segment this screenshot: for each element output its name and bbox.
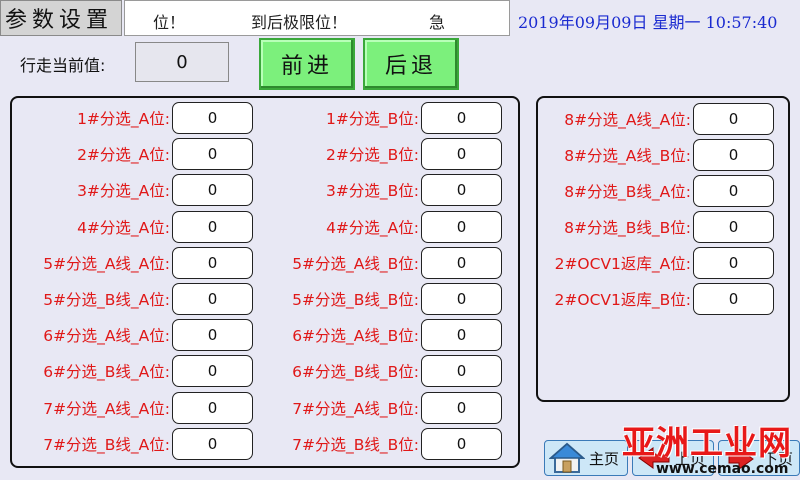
parameter-row: 2#OCV1返库_B位: 0: [0, 283, 774, 315]
backward-button[interactable]: 后退: [363, 38, 459, 90]
parameter-row: 7#分选_B线_B位: 0: [0, 427, 502, 460]
parameter-value-input[interactable]: 0: [693, 103, 774, 135]
next-page-button[interactable]: 下页: [718, 440, 800, 476]
home-button[interactable]: 主页: [544, 440, 628, 476]
travel-label: 行走当前值:: [20, 56, 106, 75]
parameter-label: 2#OCV1返库_A位:: [554, 255, 691, 273]
parameter-row: 8#分选_A线_B位: 0: [0, 139, 774, 171]
house-icon: [549, 442, 585, 473]
parameter-label: 8#分选_A线_A位:: [564, 111, 691, 129]
parameter-label: 6#分选_A线_B位:: [292, 327, 419, 346]
parameter-row: 6#分选_B线_B位: 0: [0, 355, 502, 388]
parameter-label: 7#分选_B线_B位:: [292, 435, 419, 454]
alarm-text-1: 位！: [153, 13, 186, 32]
parameter-row: 7#分选_A线_B位: 0: [0, 391, 502, 424]
parameter-row: 2#OCV1返库_A位: 0: [0, 247, 774, 279]
page-title: 参数设置: [0, 0, 122, 36]
parameter-value-input[interactable]: 0: [421, 427, 502, 460]
parameter-label: 2#OCV1返库_B位:: [554, 291, 691, 309]
parameter-value-input[interactable]: 0: [693, 283, 774, 315]
next-page-label: 下页: [763, 449, 794, 468]
alarm-text-3: 急: [429, 13, 446, 32]
parameter-row: 6#分选_A线_B位: 0: [0, 319, 502, 352]
alarm-text-2: 到后极限位！: [251, 13, 348, 32]
parameter-label: 6#分选_B线_B位:: [292, 363, 419, 382]
parameter-row: 8#分选_B线_B位: 0: [0, 211, 774, 243]
prev-page-label: 上页: [675, 449, 706, 468]
parameter-value-input[interactable]: 0: [421, 319, 502, 352]
parameter-value-input[interactable]: 0: [421, 391, 502, 424]
parameter-label: 8#分选_B线_B位:: [564, 219, 691, 237]
prev-page-button[interactable]: 上页: [632, 440, 714, 476]
arrow-right-icon: [728, 448, 754, 470]
parameter-label: 8#分选_B线_A位:: [564, 183, 691, 201]
parameter-value-input[interactable]: 0: [693, 175, 774, 207]
home-button-label: 主页: [589, 449, 620, 468]
parameter-label: 8#分选_A线_B位:: [564, 147, 691, 165]
parameter-value-input[interactable]: 0: [693, 139, 774, 171]
parameter-label: 7#分选_A线_B位:: [292, 399, 419, 418]
alarm-ticker: 位！ 到后极限位！ 急: [124, 0, 510, 36]
parameter-value-input[interactable]: 0: [693, 247, 774, 279]
parameter-value-input[interactable]: 0: [421, 355, 502, 388]
travel-value-display: 0: [135, 42, 229, 82]
nav-bar: 主页 上页 下页: [544, 440, 800, 480]
parameter-row: 8#分选_B线_A位: 0: [0, 175, 774, 207]
parameter-row: 8#分选_A线_A位: 0: [0, 103, 774, 135]
parameter-value-input[interactable]: 0: [693, 211, 774, 243]
datetime-display: 2019年09月09日 星期一 10:57:40: [518, 13, 778, 32]
forward-button[interactable]: 前进: [259, 38, 355, 90]
arrow-left-icon: [638, 447, 670, 469]
